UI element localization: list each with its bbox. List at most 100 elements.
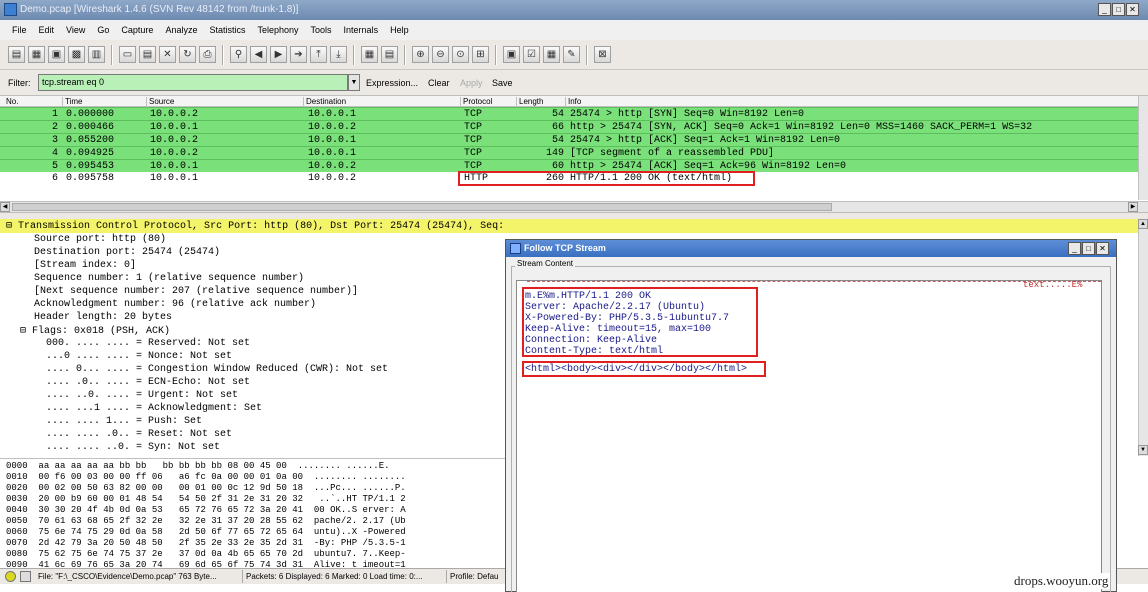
hex-row[interactable]: 0040 30 30 20 4f 4b 0d 0a 53 65 72 76 65…	[6, 505, 406, 516]
hex-row[interactable]: 0030 20 00 b9 60 00 01 48 54 54 50 2f 31…	[6, 494, 406, 505]
scroll-up-icon[interactable]: ▲	[1138, 219, 1148, 229]
column-header-time[interactable]: Time	[62, 97, 82, 107]
dialog-titlebar[interactable]: Follow TCP Stream _ □ ✕	[506, 240, 1116, 257]
interface-list-icon[interactable]: ▤	[8, 46, 25, 63]
scroll-left-icon[interactable]: ◀	[0, 202, 10, 212]
print-icon[interactable]: ⎙	[199, 46, 216, 63]
menu-statistics[interactable]: Statistics	[207, 25, 247, 35]
find-packet-icon[interactable]: ⚲	[230, 46, 247, 63]
clear-button[interactable]: Clear	[428, 78, 450, 88]
help-icon[interactable]: ⊠	[594, 46, 611, 63]
column-header-length[interactable]: Length	[516, 97, 543, 107]
dialog-minimize-button[interactable]: _	[1068, 242, 1081, 255]
detail-tree-item[interactable]: .... .0.. .... = ECN-Echo: Not set	[46, 377, 250, 390]
hex-row[interactable]: 0000 aa aa aa aa aa bb bb bb bb bb bb 08…	[6, 461, 390, 472]
go-to-packet-icon[interactable]: ➔	[290, 46, 307, 63]
expert-info-icon[interactable]	[5, 571, 16, 582]
detail-tree-item[interactable]: Header length: 20 bytes	[34, 312, 172, 325]
close-button[interactable]: ✕	[1126, 3, 1139, 16]
open-file-icon[interactable]: ▭	[119, 46, 136, 63]
scroll-down-icon[interactable]: ▼	[1138, 445, 1148, 455]
hex-row[interactable]: 0090 41 6c 69 76 65 3a 20 74 69 6d 65 6f…	[6, 560, 406, 568]
status-profile[interactable]: Profile: Defau	[450, 572, 498, 581]
go-back-icon[interactable]: ◀	[250, 46, 267, 63]
detail-tree-item[interactable]: .... 0... .... = Congestion Window Reduc…	[46, 364, 388, 377]
column-header-destination[interactable]: Destination	[303, 97, 346, 107]
detail-tree-item[interactable]: .... .... 1... = Push: Set	[46, 416, 202, 429]
dialog-maximize-button[interactable]: □	[1082, 242, 1095, 255]
capture-comment-icon[interactable]	[20, 571, 31, 582]
stop-capture-icon[interactable]: ▩	[68, 46, 85, 63]
expression-button[interactable]: Expression...	[366, 78, 418, 88]
stream-content-text[interactable]: text.....E% m.E%m.HTTP/1.1 200 OK Server…	[516, 280, 1102, 592]
go-forward-icon[interactable]: ▶	[270, 46, 287, 63]
column-header-source[interactable]: Source	[146, 97, 174, 107]
hex-row[interactable]: 0060 75 6e 74 75 29 0d 0a 58 2d 50 6f 77…	[6, 527, 406, 538]
detail-tree-item[interactable]: Acknowledgment number: 96 (relative ack …	[34, 299, 316, 312]
reload-file-icon[interactable]: ↻	[179, 46, 196, 63]
packet-row[interactable]: 1 0.000000 10.0.0.2 10.0.0.1 TCP 54 2547…	[0, 107, 1138, 120]
column-header-protocol[interactable]: Protocol	[460, 97, 492, 107]
hex-row[interactable]: 0010 00 f6 00 03 00 00 ff 06 a6 fc 0a 00…	[6, 472, 406, 483]
column-header-info[interactable]: Info	[565, 97, 581, 107]
detail-tree-item[interactable]: ⊟ Flags: 0x018 (PSH, ACK)	[20, 325, 170, 338]
restart-capture-icon[interactable]: ▥	[88, 46, 105, 63]
coloring-rules-icon[interactable]: ▦	[543, 46, 560, 63]
close-file-icon[interactable]: ✕	[159, 46, 176, 63]
go-last-icon[interactable]: ⤓	[330, 46, 347, 63]
dialog-close-button[interactable]: ✕	[1096, 242, 1109, 255]
go-first-icon[interactable]: ⤒	[310, 46, 327, 63]
maximize-button[interactable]: □	[1112, 3, 1125, 16]
start-capture-icon[interactable]: ▣	[48, 46, 65, 63]
detail-tree-item[interactable]: 000. .... .... = Reserved: Not set	[46, 338, 250, 351]
zoom-in-icon[interactable]: ⊕	[412, 46, 429, 63]
detail-tree-item[interactable]: .... .... .0.. = Reset: Not set	[46, 429, 232, 442]
scroll-thumb[interactable]	[12, 203, 832, 211]
menu-help[interactable]: Help	[388, 25, 411, 35]
detail-tree-item[interactable]: [Next sequence number: 207 (relative seq…	[34, 286, 358, 299]
display-filters-icon[interactable]: ☑	[523, 46, 540, 63]
capture-filters-icon[interactable]: ▣	[503, 46, 520, 63]
packet-list-vscrollbar[interactable]	[1138, 96, 1148, 200]
menu-internals[interactable]: Internals	[342, 25, 381, 35]
details-vscrollbar[interactable]: ▲ ▼	[1138, 219, 1148, 456]
detail-tree-item[interactable]: ⊟ Transmission Control Protocol, Src Por…	[6, 220, 505, 233]
save-filter-button[interactable]: Save	[492, 78, 513, 88]
packet-row[interactable]: 3 0.055200 10.0.0.2 10.0.0.1 TCP 54 2547…	[0, 133, 1138, 146]
detail-tree-item[interactable]: Source port: http (80)	[34, 234, 166, 247]
detail-tree-item[interactable]: Sequence number: 1 (relative sequence nu…	[34, 273, 304, 286]
apply-button[interactable]: Apply	[460, 78, 483, 88]
menu-tools[interactable]: Tools	[309, 25, 334, 35]
pane-splitter[interactable]	[0, 212, 1148, 219]
menu-analyze[interactable]: Analyze	[163, 25, 199, 35]
detail-tree-item[interactable]: .... .... ..0. = Syn: Not set	[46, 442, 220, 455]
packet-list-hscrollbar[interactable]: ◀ ▶	[0, 201, 1148, 212]
menu-edit[interactable]: Edit	[37, 25, 57, 35]
hex-row[interactable]: 0020 00 02 00 50 63 82 00 00 00 01 00 0c…	[6, 483, 406, 494]
resize-columns-icon[interactable]: ⊞	[472, 46, 489, 63]
preferences-icon[interactable]: ✎	[563, 46, 580, 63]
minimize-button[interactable]: _	[1098, 3, 1111, 16]
menu-go[interactable]: Go	[95, 25, 111, 35]
zoom-out-icon[interactable]: ⊖	[432, 46, 449, 63]
hex-row[interactable]: 0070 2d 42 79 3a 20 50 48 50 2f 35 2e 33…	[6, 538, 406, 549]
detail-tree-item[interactable]: Destination port: 25474 (25474)	[34, 247, 220, 260]
capture-options-icon[interactable]: ▦	[28, 46, 45, 63]
colorize-icon[interactable]: ▦	[361, 46, 378, 63]
filter-dropdown-icon[interactable]: ▼	[348, 74, 360, 91]
packet-row[interactable]: 2 0.000466 10.0.0.1 10.0.0.2 TCP 66 http…	[0, 120, 1138, 133]
detail-tree-item[interactable]: .... ...1 .... = Acknowledgment: Set	[46, 403, 262, 416]
detail-tree-item[interactable]: [Stream index: 0]	[34, 260, 136, 273]
menu-file[interactable]: File	[10, 25, 29, 35]
packet-row[interactable]: 4 0.094925 10.0.0.2 10.0.0.1 TCP 149 [TC…	[0, 146, 1138, 159]
zoom-normal-icon[interactable]: ⊙	[452, 46, 469, 63]
hex-row[interactable]: 0050 70 61 63 68 65 2f 32 2e 32 2e 31 37…	[6, 516, 406, 527]
detail-tree-item[interactable]: .... ..0. .... = Urgent: Not set	[46, 390, 238, 403]
hex-row[interactable]: 0080 75 62 75 6e 74 75 37 2e 37 0d 0a 4b…	[6, 549, 406, 560]
detail-tree-item[interactable]: ...0 .... .... = Nonce: Not set	[46, 351, 232, 364]
menu-telephony[interactable]: Telephony	[255, 25, 300, 35]
auto-scroll-icon[interactable]: ▤	[381, 46, 398, 63]
column-header-no[interactable]: No.	[4, 97, 18, 107]
scroll-right-icon[interactable]: ▶	[1128, 202, 1138, 212]
filter-input[interactable]: tcp.stream eq 0	[38, 74, 348, 91]
